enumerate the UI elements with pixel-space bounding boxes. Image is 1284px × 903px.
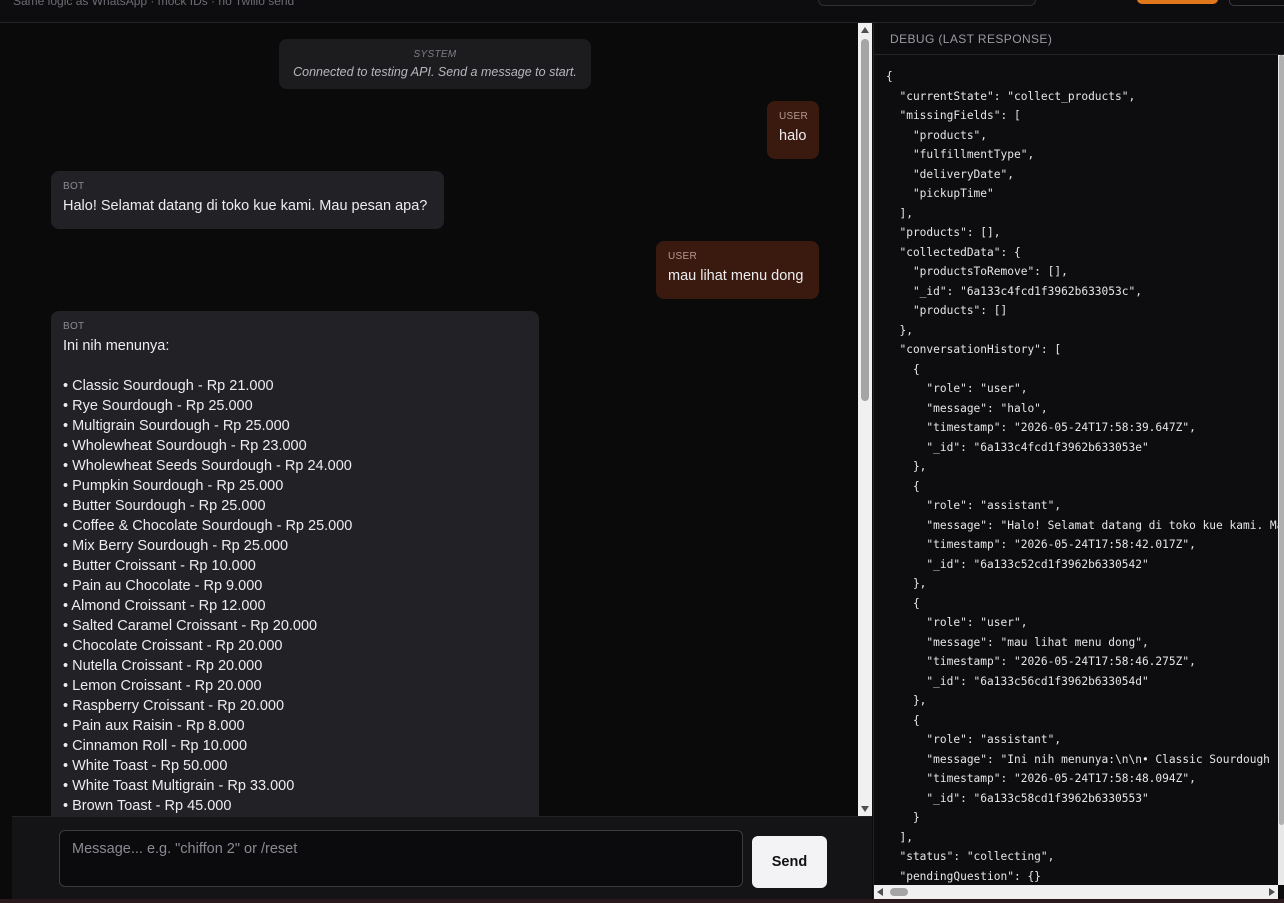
json-line: ],: [886, 830, 913, 844]
json-line: "role": "user",: [886, 616, 1028, 629]
user-message: USER mau lihat menu dong: [656, 241, 819, 299]
message-text: Connected to testing API. Send a message…: [293, 65, 577, 79]
scroll-right-arrow-icon[interactable]: [1269, 888, 1275, 896]
json-line: "message": "halo",: [886, 401, 1048, 415]
json-line: "productsToRemove": [],: [886, 265, 1068, 278]
json-line: },: [886, 694, 927, 707]
bot-message: BOT Halo! Selamat datang di toko kue kam…: [51, 171, 444, 229]
json-line: "_id": "6a133c4fcd1f3962b633053c",: [886, 284, 1142, 298]
top-header: Same logic as WhatsApp · mock IDs · no T…: [0, 0, 1284, 23]
json-line: "pickupTime": [886, 187, 994, 200]
json-line: },: [886, 460, 927, 473]
send-button[interactable]: Send: [752, 836, 827, 888]
json-line: "currentState": "collect_products",: [886, 89, 1136, 103]
scroll-up-arrow-icon[interactable]: [861, 27, 869, 33]
json-line: "timestamp": "2026-05-24T17:58:46.275Z",: [886, 655, 1196, 668]
system-message: SYSTEM Connected to testing API. Send a …: [279, 39, 591, 89]
scroll-down-arrow-icon[interactable]: [861, 806, 869, 812]
message-list: SYSTEM Connected to testing API. Send a …: [0, 23, 858, 816]
message-text: Halo! Selamat datang di toko kue kami. M…: [63, 198, 428, 214]
json-line: "role": "user",: [886, 382, 1028, 395]
bot-message-menu: BOT Ini nih menunya: • Classic Sourdough…: [51, 311, 539, 816]
json-line: "message": "Halo! Selamat datang di toko…: [926, 518, 1278, 532]
json-line: },: [886, 577, 927, 590]
json-line: {: [886, 479, 920, 493]
debug-vertical-scrollbar[interactable]: [1278, 55, 1284, 885]
debug-horizontal-scrollbar[interactable]: [874, 885, 1278, 899]
json-line: "status": "collecting",: [886, 850, 1055, 863]
json-line: {: [886, 70, 893, 83]
scroll-thumb[interactable]: [890, 888, 908, 896]
json-line: },: [886, 323, 913, 337]
message-role: USER: [779, 111, 808, 122]
scroll-thumb[interactable]: [861, 39, 869, 401]
header-subtitle: Same logic as WhatsApp · mock IDs · no T…: [13, 0, 295, 8]
json-line: "collectedData": {: [886, 245, 1021, 259]
scroll-left-arrow-icon[interactable]: [877, 888, 883, 896]
message-role: BOT: [63, 181, 85, 192]
json-line: "products": []: [886, 304, 1008, 317]
json-line: "_id": "6a133c4fcd1f3962b633053e": [886, 440, 1149, 454]
secondary-header-button[interactable]: [1229, 0, 1284, 6]
window-bottom-edge: [0, 899, 1284, 903]
json-line: "pendingQuestion": {}: [886, 869, 1041, 883]
user-message: USER halo: [767, 101, 819, 159]
json-line: "products": [],: [886, 226, 1001, 239]
message-role: USER: [668, 251, 697, 262]
message-input[interactable]: [59, 830, 743, 887]
debug-panel: DEBUG (LAST RESPONSE) { "currentState": …: [873, 23, 1284, 899]
json-line: "message": "Ini nih menunya:\n\n• Classi…: [926, 752, 1278, 766]
chat-scrollbar[interactable]: [858, 23, 872, 816]
json-line: "role": "assistant",: [886, 499, 1062, 512]
json-line: "deliveryDate",: [886, 167, 1014, 181]
json-line: {: [886, 713, 920, 727]
json-line: }: [886, 811, 920, 824]
message-text: mau lihat menu dong: [668, 268, 804, 284]
json-line: "missingFields": [: [886, 109, 1021, 122]
debug-json-view[interactable]: { "currentState": "collect_products", "m…: [886, 67, 1278, 885]
json-line: "conversationHistory": [: [886, 343, 1062, 356]
debug-title: DEBUG (LAST RESPONSE): [874, 23, 1284, 55]
json-line: "timestamp": "2026-05-24T17:58:48.094Z",: [886, 772, 1196, 785]
json-line: "role": "assistant",: [886, 733, 1062, 746]
json-line: "_id": "6a133c56cd1f3962b633054d": [886, 674, 1149, 688]
json-line: "timestamp": "2026-05-24T17:58:42.017Z",: [886, 538, 1196, 551]
json-line: "products",: [886, 128, 988, 142]
chat-panel: SYSTEM Connected to testing API. Send a …: [0, 23, 872, 900]
header-select[interactable]: [818, 0, 1036, 6]
json-line: ],: [886, 206, 913, 220]
json-line: "message": "mau lihat menu dong",: [886, 635, 1149, 649]
json-line: "timestamp": "2026-05-24T17:58:39.647Z",: [886, 421, 1196, 434]
message-text: halo: [779, 128, 807, 144]
json-line: "_id": "6a133c52cd1f3962b6330542": [886, 557, 1149, 571]
primary-header-button[interactable]: [1137, 0, 1218, 4]
json-line: "fulfillmentType",: [886, 148, 1035, 161]
json-line: "_id": "6a133c58cd1f3962b6330553": [886, 791, 1149, 805]
json-line: {: [886, 596, 920, 610]
message-composer: Send: [12, 816, 872, 900]
message-text: Ini nih menunya: • Classic Sourdough - R…: [63, 338, 353, 814]
scroll-thumb[interactable]: [1279, 55, 1284, 825]
message-role: SYSTEM: [413, 49, 457, 60]
message-role: BOT: [63, 321, 85, 332]
json-line: {: [886, 362, 920, 376]
